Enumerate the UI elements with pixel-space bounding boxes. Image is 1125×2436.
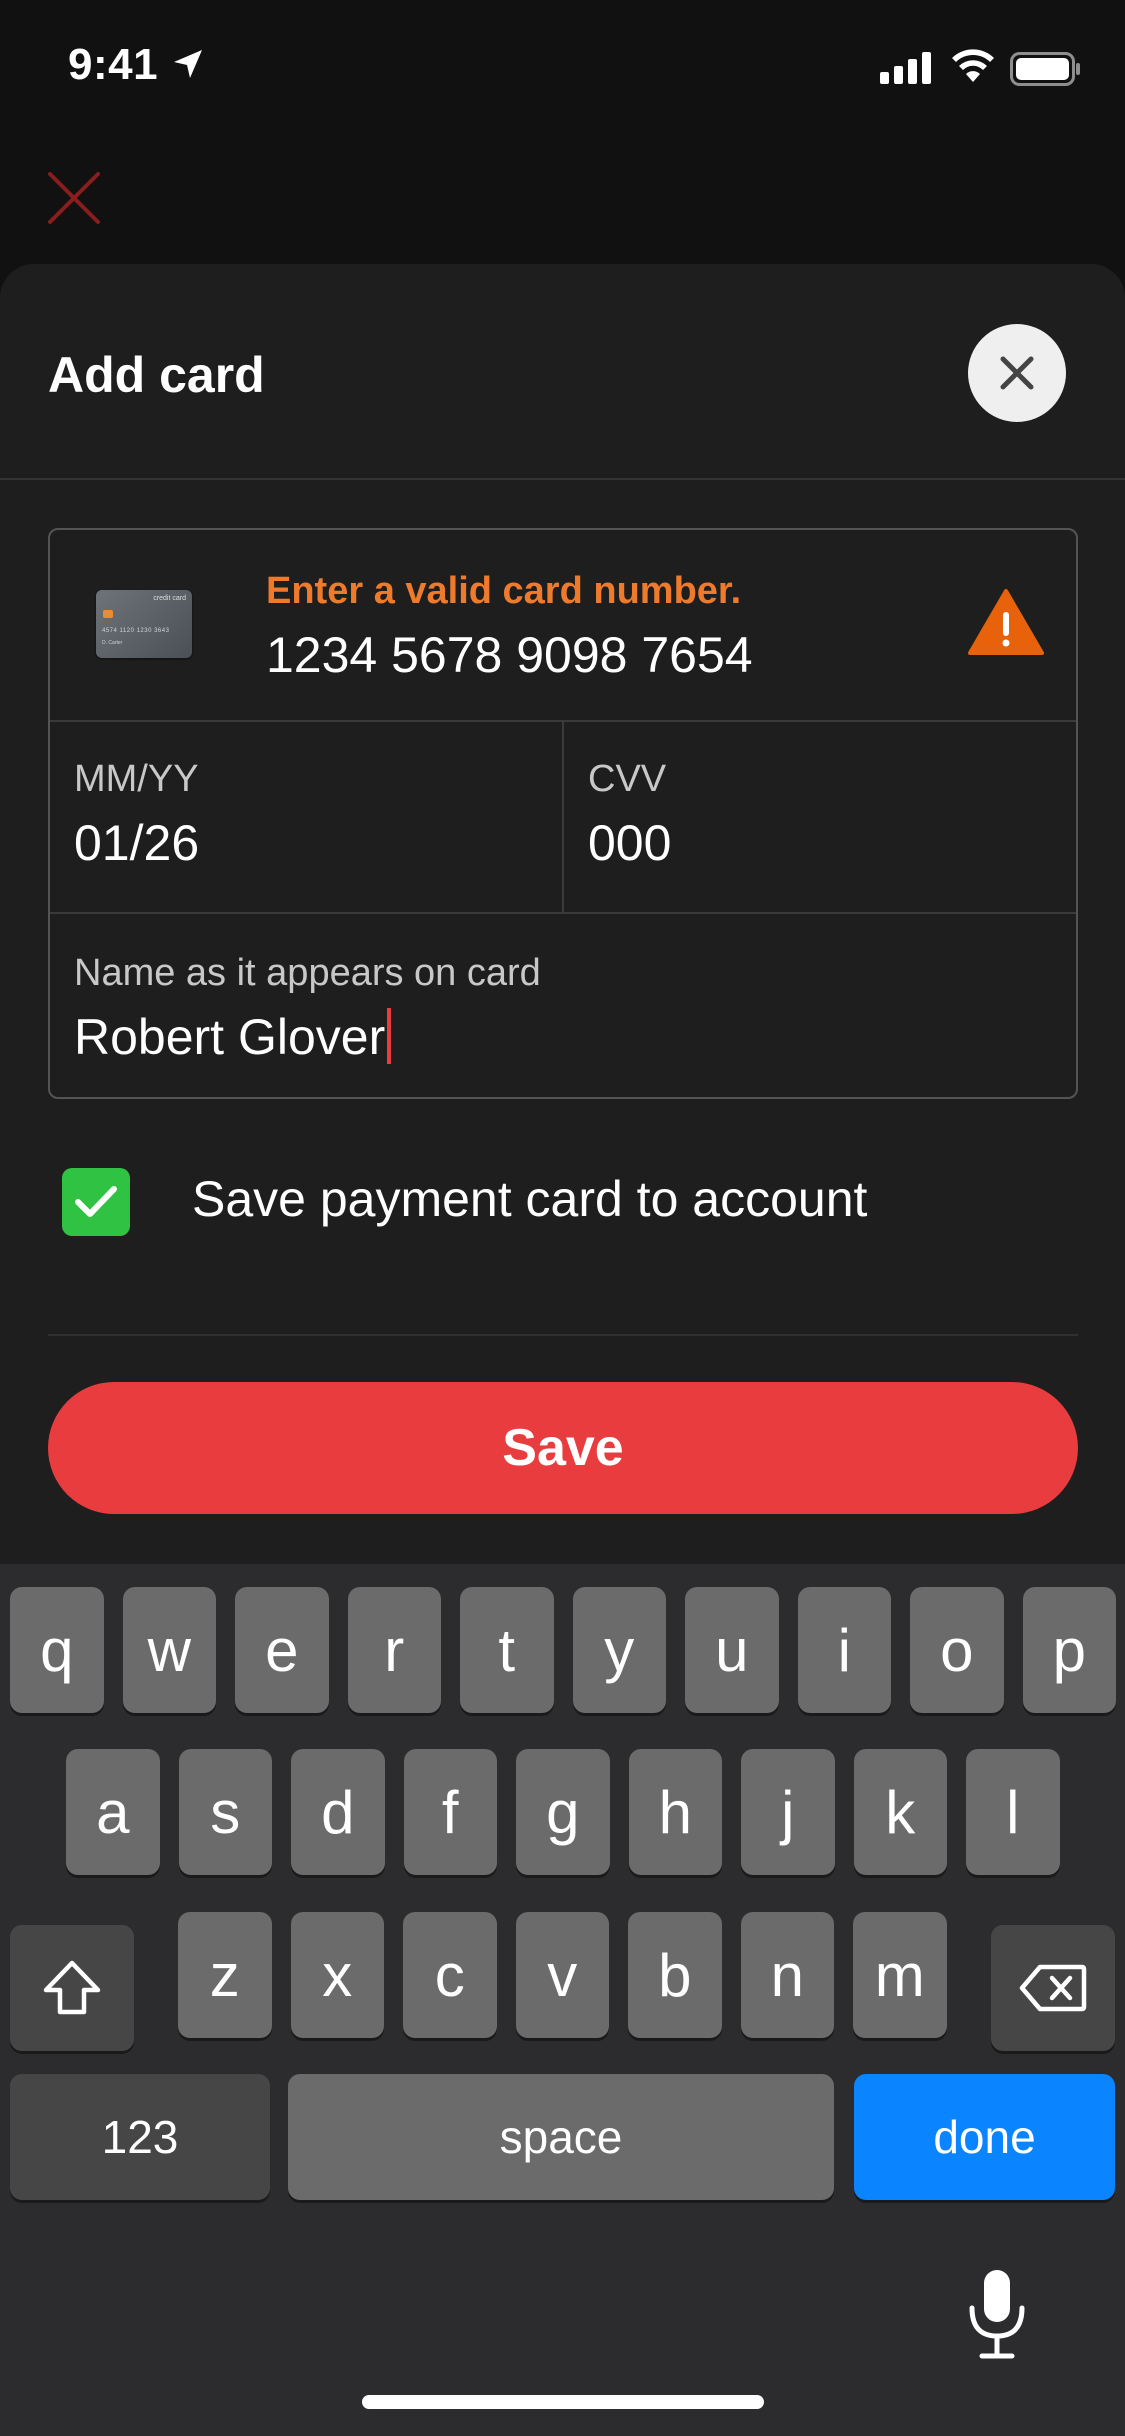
card-chip (103, 610, 113, 618)
key-o[interactable]: o (910, 1587, 1004, 1713)
checkmark-icon (75, 1186, 117, 1217)
key-j[interactable]: j (741, 1749, 835, 1875)
card-image-label: credit card (153, 595, 186, 602)
key-r[interactable]: r (347, 1587, 441, 1713)
save-button[interactable]: Save (48, 1382, 1078, 1514)
name-label: Name as it appears on card (74, 952, 541, 994)
key-z[interactable]: z (178, 1912, 272, 2038)
shift-icon (43, 1960, 101, 2015)
background-close-icon[interactable] (46, 170, 102, 226)
status-time: 9:41 (68, 40, 159, 89)
credit-card-icon: credit card 4574 1120 1230 3643 D. Carte… (96, 590, 192, 658)
wifi-icon (952, 49, 994, 82)
key-d[interactable]: d (291, 1749, 385, 1875)
card-number-field[interactable]: credit card 4574 1120 1230 3643 D. Carte… (50, 530, 1076, 722)
key-b[interactable]: b (628, 1912, 722, 2038)
key-e[interactable]: e (235, 1587, 329, 1713)
close-button[interactable] (968, 324, 1066, 422)
header-divider (0, 478, 1125, 480)
battery-icon (1010, 52, 1080, 86)
keyboard: qwertyuiop asdfghjkl zxcvbnm 123 space d… (0, 1564, 1125, 2436)
key-i[interactable]: i (797, 1587, 891, 1713)
key-s[interactable]: s (178, 1749, 272, 1875)
space-key[interactable]: space (288, 2074, 834, 2200)
add-card-sheet: Add card credit card 4574 1120 1230 3643… (0, 264, 1125, 1564)
card-number-error: Enter a valid card number. (266, 570, 742, 612)
name-value: Robert Glover (74, 1009, 386, 1065)
cvv-value: 000 (588, 815, 672, 871)
close-icon (1000, 356, 1034, 390)
text-cursor (387, 1008, 392, 1064)
key-u[interactable]: u (685, 1587, 779, 1713)
key-k[interactable]: k (853, 1749, 947, 1875)
microphone-icon[interactable] (964, 2266, 1030, 2362)
numbers-key[interactable]: 123 (10, 2074, 270, 2200)
key-t[interactable]: t (460, 1587, 554, 1713)
warning-icon (968, 589, 1044, 655)
key-w[interactable]: w (122, 1587, 216, 1713)
key-h[interactable]: h (628, 1749, 722, 1875)
key-v[interactable]: v (515, 1912, 609, 2038)
key-q[interactable]: q (10, 1587, 104, 1713)
card-form: credit card 4574 1120 1230 3643 D. Carte… (48, 528, 1078, 1099)
key-p[interactable]: p (1022, 1587, 1116, 1713)
card-image-number: 4574 1120 1230 3643 (102, 628, 170, 634)
card-image-name: D. Carter (102, 640, 123, 646)
save-card-checkbox[interactable] (62, 1168, 130, 1236)
key-a[interactable]: a (66, 1749, 160, 1875)
key-l[interactable]: l (966, 1749, 1060, 1875)
key-m[interactable]: m (853, 1912, 947, 2038)
home-indicator (362, 2395, 764, 2409)
location-arrow-icon (174, 50, 202, 78)
name-field[interactable]: Name as it appears on card Robert Glover (50, 914, 1076, 1099)
section-divider (48, 1334, 1078, 1336)
shift-key[interactable] (10, 1925, 134, 2051)
key-c[interactable]: c (403, 1912, 497, 2038)
key-g[interactable]: g (516, 1749, 610, 1875)
signal-icon (880, 52, 931, 84)
status-bar: 9:41 (0, 0, 1125, 140)
card-number-value[interactable]: 1234 5678 9098 7654 (266, 626, 753, 684)
expiry-value: 01/26 (74, 815, 200, 871)
key-f[interactable]: f (403, 1749, 497, 1875)
save-card-label: Save payment card to account (192, 1171, 868, 1227)
expiry-field[interactable]: MM/YY 01/26 (50, 722, 562, 912)
name-input[interactable]: Robert Glover (74, 1008, 392, 1066)
key-x[interactable]: x (290, 1912, 384, 2038)
backspace-icon (1019, 1964, 1087, 2012)
expiry-label: MM/YY (74, 758, 199, 800)
screen: 9:41 Add card credit card 4574 1120 1230… (0, 0, 1125, 2436)
sheet-title: Add card (48, 347, 265, 403)
key-y[interactable]: y (572, 1587, 666, 1713)
key-n[interactable]: n (740, 1912, 834, 2038)
cvv-field[interactable]: CVV 000 (564, 722, 1076, 912)
delete-key[interactable] (991, 1925, 1115, 2051)
expiry-cvv-row: MM/YY 01/26 CVV 000 (50, 722, 1076, 914)
done-key[interactable]: done (854, 2074, 1115, 2200)
cvv-label: CVV (588, 758, 667, 800)
